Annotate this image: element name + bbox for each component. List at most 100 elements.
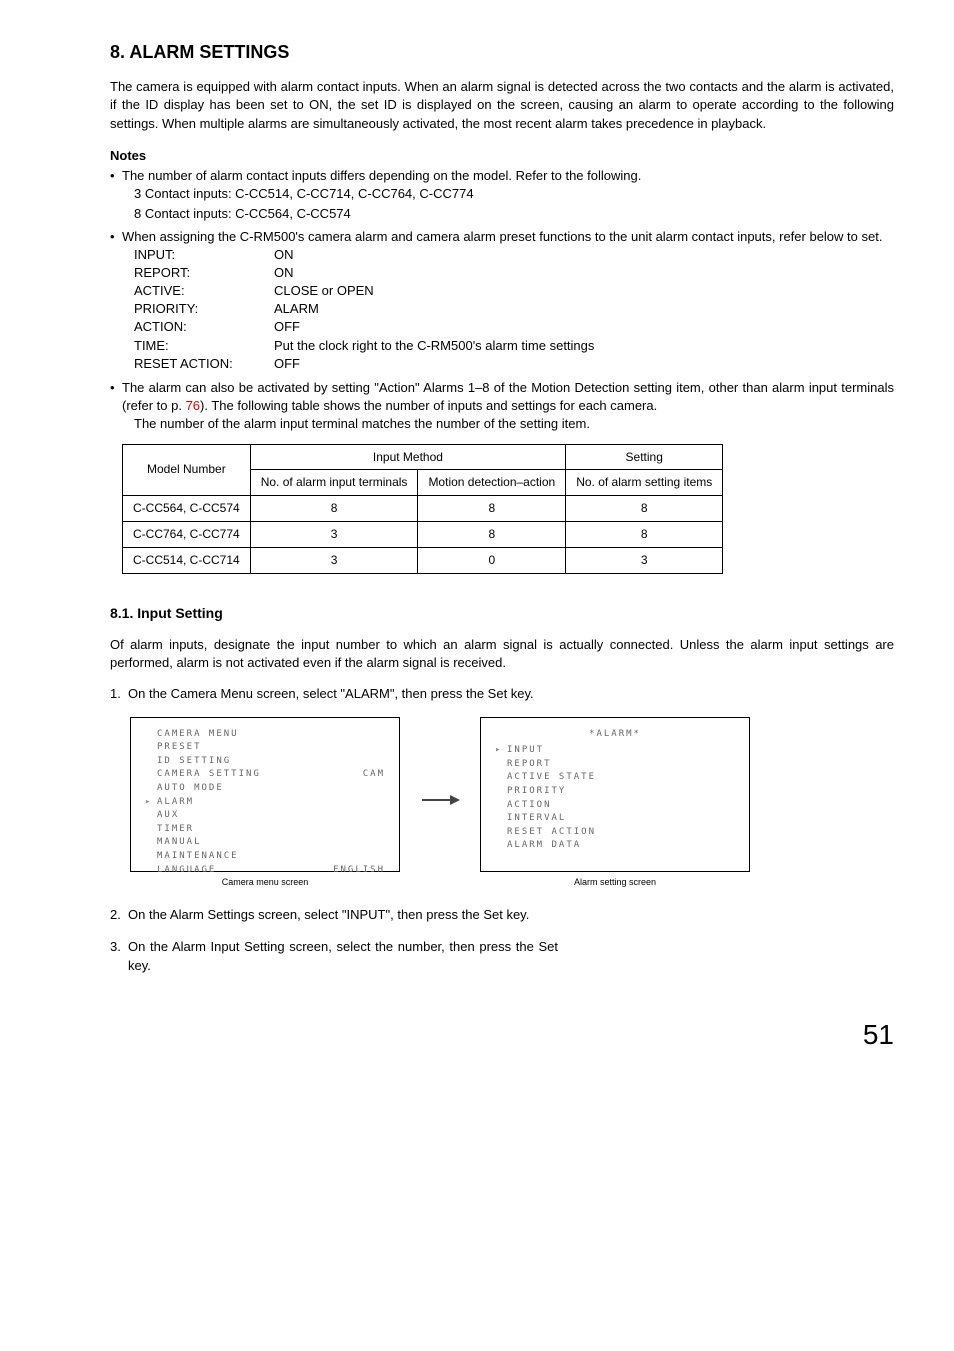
kv-val: OFF	[274, 355, 300, 373]
menu-item: INTERVAL	[507, 813, 566, 823]
kv-val: CLOSE or OPEN	[274, 282, 374, 300]
kv-val: ON	[274, 264, 294, 282]
table-row: C-CC764, C-CC774 3 8 8	[123, 521, 723, 547]
step-number: 3.	[110, 938, 128, 974]
th-model: Model Number	[123, 444, 251, 496]
step-text: On the Alarm Input Setting screen, selec…	[128, 938, 558, 974]
kv-key: REPORT:	[134, 264, 274, 282]
note-item: The number of alarm contact inputs diffe…	[110, 167, 894, 224]
menu-item: MANUAL	[157, 837, 202, 847]
menu-item: CAMERA SETTING	[157, 769, 261, 779]
screen-caption: Alarm setting screen	[574, 876, 656, 889]
menu-item: ACTION	[507, 800, 552, 810]
menu-item: AUX	[157, 810, 179, 820]
menu-item: AUTO MODE	[157, 783, 224, 793]
notes-heading: Notes	[110, 147, 894, 165]
kv-row: RESET ACTION:OFF	[134, 355, 894, 373]
kv-row: REPORT:ON	[134, 264, 894, 282]
th-input-method: Input Method	[250, 444, 565, 470]
td: 8	[418, 521, 566, 547]
alarm-setting-screen: *ALARM* ▸ INPUT REPORT ACTIVE STATE PRIOR…	[480, 717, 750, 872]
screen-left-wrap: CAMERA MENU PRESET ID SETTING CAMERA SET…	[130, 717, 400, 889]
note-text: ). The following table shows the number …	[200, 398, 657, 413]
table-row: C-CC514, C-CC714 3 0 3	[123, 547, 723, 573]
kv-key: ACTIVE:	[134, 282, 274, 300]
menu-item: PRIORITY	[507, 786, 566, 796]
menu-item: RESET ACTION	[507, 827, 596, 837]
note-text: The number of alarm contact inputs diffe…	[122, 168, 641, 183]
step: 1. On the Camera Menu screen, select "AL…	[110, 685, 894, 703]
kv-val: Put the clock right to the C-RM500's ala…	[274, 337, 594, 355]
td: 3	[566, 547, 723, 573]
step-number: 1.	[110, 685, 128, 703]
kv-table: INPUT:ON REPORT:ON ACTIVE:CLOSE or OPEN …	[122, 246, 894, 373]
kv-key: INPUT:	[134, 246, 274, 264]
model-table: Model Number Input Method Setting No. of…	[122, 444, 723, 574]
page-number: 51	[110, 1015, 894, 1054]
td: 8	[566, 521, 723, 547]
step: 2. On the Alarm Settings screen, select …	[110, 906, 894, 924]
td: 3	[250, 547, 418, 573]
th-col2: Motion detection–action	[418, 470, 566, 496]
arrow-right-icon: ▸	[145, 796, 153, 809]
td-model: C-CC764, C-CC774	[123, 521, 251, 547]
step-text: On the Alarm Settings screen, select "IN…	[128, 906, 894, 924]
note-item: When assigning the C-RM500's camera alar…	[110, 228, 894, 374]
menu-item: ACTIVE STATE	[507, 772, 596, 782]
menu-item: LANGUAGE	[157, 865, 216, 875]
screens-row: CAMERA MENU PRESET ID SETTING CAMERA SET…	[130, 717, 894, 889]
menu-item-selected: INPUT	[507, 745, 544, 755]
kv-row: ACTION:OFF	[134, 318, 894, 336]
td-model: C-CC514, C-CC714	[123, 547, 251, 573]
kv-row: TIME:Put the clock right to the C-RM500'…	[134, 337, 894, 355]
step-text: On the Camera Menu screen, select "ALARM…	[128, 685, 894, 703]
kv-row: PRIORITY:ALARM	[134, 300, 894, 318]
menu-value: ENGLISH	[333, 864, 385, 877]
note-item: The alarm can also be activated by setti…	[110, 379, 894, 434]
intro-paragraph: The camera is equipped with alarm contac…	[110, 78, 894, 133]
kv-key: PRIORITY:	[134, 300, 274, 318]
screen-title: CAMERA MENU	[157, 729, 239, 739]
kv-row: ACTIVE:CLOSE or OPEN	[134, 282, 894, 300]
kv-row: INPUT:ON	[134, 246, 894, 264]
screen-title: *ALARM*	[495, 728, 735, 741]
screen-right-wrap: *ALARM* ▸ INPUT REPORT ACTIVE STATE PRIOR…	[480, 717, 750, 889]
kv-key: ACTION:	[134, 318, 274, 336]
section-intro: Of alarm inputs, designate the input num…	[110, 636, 894, 672]
th-setting: Setting	[566, 444, 723, 470]
th-col3: No. of alarm setting items	[566, 470, 723, 496]
note-subline: 3 Contact inputs: C-CC514, C-CC714, C-CC…	[134, 185, 894, 203]
notes-list: The number of alarm contact inputs diffe…	[110, 167, 894, 434]
arrow-right-icon: ▸	[495, 744, 503, 757]
arrow-right-icon	[420, 793, 460, 812]
td: 8	[250, 496, 418, 522]
menu-item: ALARM DATA	[507, 840, 581, 850]
kv-key: RESET ACTION:	[134, 355, 274, 373]
page-title: 8. ALARM SETTINGS	[110, 40, 894, 65]
menu-item: TIMER	[157, 824, 194, 834]
camera-menu-screen: CAMERA MENU PRESET ID SETTING CAMERA SET…	[130, 717, 400, 872]
screen-caption: Camera menu screen	[222, 876, 309, 889]
kv-val: ON	[274, 246, 294, 264]
td: 8	[418, 496, 566, 522]
step: 3. On the Alarm Input Setting screen, se…	[110, 938, 894, 974]
table-row: C-CC564, C-CC574 8 8 8	[123, 496, 723, 522]
menu-item: MAINTENANCE	[157, 851, 239, 861]
th-col1: No. of alarm input terminals	[250, 470, 418, 496]
kv-val: ALARM	[274, 300, 319, 318]
kv-key: TIME:	[134, 337, 274, 355]
td: 3	[250, 521, 418, 547]
note-subline: 8 Contact inputs: C-CC564, C-CC574	[134, 205, 894, 223]
step-number: 2.	[110, 906, 128, 924]
page-ref: 76	[186, 398, 200, 413]
menu-value: CAM	[363, 768, 385, 781]
td: 0	[418, 547, 566, 573]
kv-val: OFF	[274, 318, 300, 336]
note-subline: The number of the alarm input terminal m…	[134, 415, 894, 433]
menu-item: ID SETTING	[157, 756, 231, 766]
td-model: C-CC564, C-CC574	[123, 496, 251, 522]
menu-item: PRESET	[157, 742, 202, 752]
menu-item-selected: ALARM	[157, 797, 194, 807]
note-text: When assigning the C-RM500's camera alar…	[122, 229, 882, 244]
menu-item: REPORT	[507, 759, 552, 769]
